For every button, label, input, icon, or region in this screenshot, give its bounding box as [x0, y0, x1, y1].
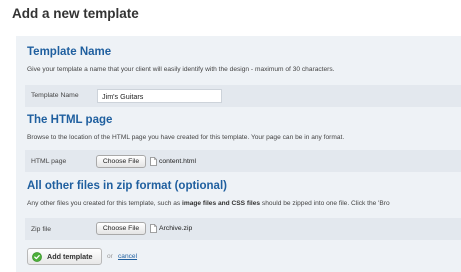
template-name-row — [25, 85, 461, 107]
html-page-row — [25, 150, 461, 172]
zip-choose-file-button[interactable]: Choose File — [96, 222, 146, 235]
html-choose-file-button[interactable]: Choose File — [96, 155, 146, 168]
zip-description-start: Any other files you created for this tem… — [27, 200, 183, 207]
check-circle-icon — [32, 252, 42, 262]
zip-description-bold: image files and CSS files — [182, 200, 261, 207]
html-file-name: content.html — [159, 158, 197, 165]
zip-files-description: Any other files you created for this tem… — [27, 200, 390, 207]
add-template-button[interactable]: Add template — [27, 248, 102, 265]
document-icon — [150, 224, 157, 233]
cancel-link[interactable]: cancel — [118, 253, 137, 260]
document-icon — [150, 157, 157, 166]
zip-file-name: Archive.zip — [159, 225, 193, 232]
zip-file-row — [25, 218, 461, 240]
template-name-description: Give your template a name that your clie… — [27, 66, 335, 73]
html-page-description: Browse to the location of the HTML page … — [27, 134, 345, 141]
section-title-html-page: The HTML page — [27, 114, 113, 126]
html-page-label: HTML page — [31, 158, 67, 165]
zip-description-end: should be zipped into one file. Click th… — [260, 200, 390, 207]
template-name-label: Template Name — [31, 92, 79, 99]
add-template-label: Add template — [47, 252, 93, 261]
zip-file-label: Zip file — [31, 226, 52, 233]
section-title-template-name: Template Name — [27, 46, 112, 58]
template-name-input[interactable] — [97, 89, 222, 103]
or-text: or — [107, 253, 113, 260]
page-title: Add a new template — [12, 6, 139, 21]
section-title-zip-files: All other files in zip format (optional) — [27, 180, 227, 192]
